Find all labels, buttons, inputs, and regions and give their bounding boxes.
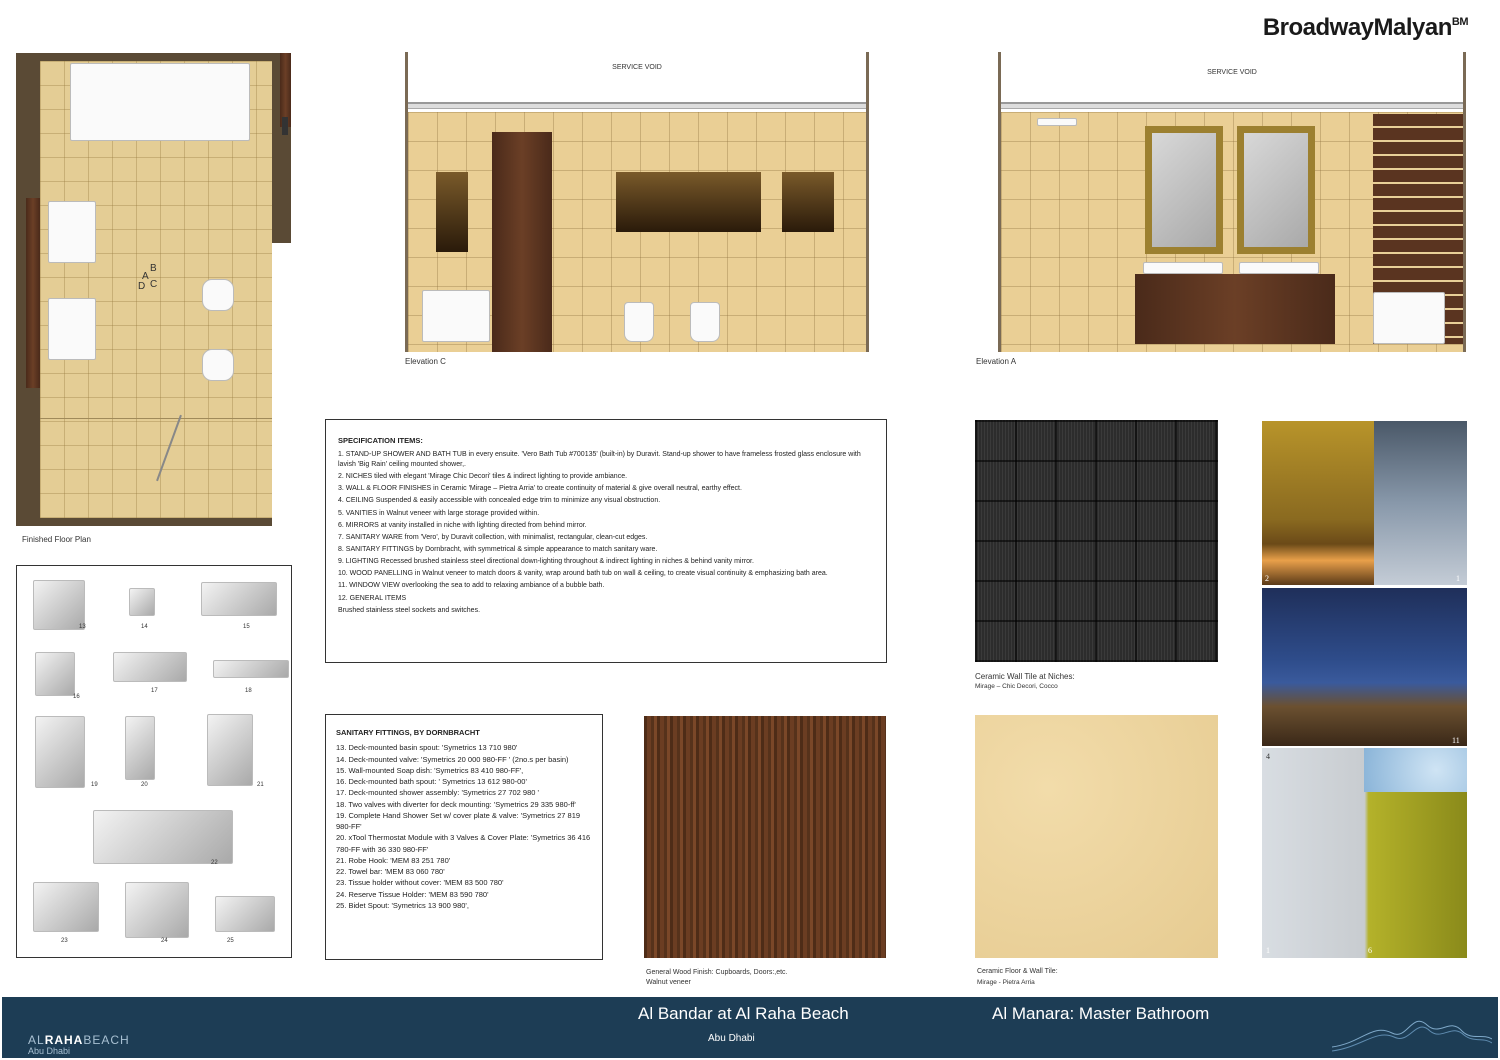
fittings-gallery: 13 14 15 16 17 18 19 20 21 22 23 24 25 xyxy=(16,565,292,958)
sanitary-item: 13. Deck-mounted basin spout: 'Symetrics… xyxy=(336,743,518,753)
brand-logo: BroadwayMalyanBM xyxy=(1262,14,1469,41)
toilet-plan xyxy=(202,279,234,311)
bathtub-plan xyxy=(70,63,250,141)
spec-item: 6. MIRRORS at vanity installed in niche … xyxy=(338,521,587,529)
bidet-spout-image xyxy=(215,896,275,932)
mood-photo-mosaic-candles xyxy=(1262,421,1374,585)
floor-tile-caption-1: Ceramic Floor & Wall Tile: xyxy=(977,968,1058,975)
specification-items: SPECIFICATION ITEMS: 1. STAND-UP SHOWER … xyxy=(325,419,887,663)
sanitary-item: 24. Reserve Tissue Holder: 'MEM 83 590 7… xyxy=(336,889,489,899)
sanitary-item: 14. Deck-mounted valve: 'Symetrics 20 00… xyxy=(336,754,569,764)
sanitary-item: 18. Two valves with diverter for deck mo… xyxy=(336,799,576,809)
sanitary-item: 19. Complete Hand Shower Set w/ cover pl… xyxy=(336,810,581,831)
wood-swatch xyxy=(644,716,886,958)
sanitary-item: 15. Wall-mounted Soap dish: 'Symetrics 8… xyxy=(336,765,524,775)
spec-item: 4. CEILING Suspended & easily accessible… xyxy=(338,497,661,505)
wood-caption-2: Walnut veneer xyxy=(646,979,691,986)
sanitary-item: 16. Deck-mounted bath spout: ' Symetrics… xyxy=(336,777,527,786)
bathtub-a xyxy=(1373,292,1445,344)
wood-caption-1: General Wood Finish: Cupboards, Doors:,e… xyxy=(646,969,788,976)
elevation-a: SERVICE VOID xyxy=(998,52,1466,352)
project-location: Abu Dhabi xyxy=(708,1033,755,1044)
valve-image xyxy=(129,588,155,616)
hand-shower-image xyxy=(35,716,85,788)
floor-tile-caption-2: Mirage - Pietra Arria xyxy=(977,979,1035,986)
door-c xyxy=(492,132,552,352)
bidet-c xyxy=(690,302,720,342)
sanitary-item: 25. Bidet Spout: 'Symetrics 13 900 980', xyxy=(336,900,469,910)
spec-item: 9. LIGHTING Recessed brushed stainless s… xyxy=(338,558,754,566)
sanitary-item: 21. Robe Hook: 'MEM 83 251 780' xyxy=(336,855,451,865)
robe-hook-image xyxy=(207,714,253,786)
al-raha-beach-logo: ALRAHABEACH xyxy=(28,1033,130,1047)
vanity-a xyxy=(1135,274,1335,344)
sanitary-item: 23. Tissue holder without cover: 'MEM 83… xyxy=(336,878,504,888)
mood-photo-rain-shower xyxy=(1374,421,1467,585)
shower-assembly-image xyxy=(113,652,187,682)
mood-photo-sea-view-bath xyxy=(1262,588,1467,746)
basin-plan-1 xyxy=(48,201,96,263)
soap-dish-image xyxy=(201,582,277,616)
spec-item: 12. GENERAL ITEMS xyxy=(338,594,407,602)
spec-item: 5. VANITIES in Walnut veneer with large … xyxy=(338,509,540,517)
sanitary-item: 22. Towel bar: 'MEM 83 060 780' xyxy=(336,867,445,876)
thermostat-image xyxy=(125,716,155,780)
basin-plan-2 xyxy=(48,298,96,360)
spec-item: 2. NICHES tiled with elegant 'Mirage Chi… xyxy=(338,473,628,481)
basin-spout-image xyxy=(33,580,85,630)
mirror-2 xyxy=(1237,126,1315,254)
wall-tile-caption-1: Ceramic Wall Tile at Niches: xyxy=(975,672,1075,681)
sanitary-fittings: SANITARY FITTINGS, BY DORNBRACHT 13. Dec… xyxy=(325,714,603,960)
spec-item: 1. STAND-UP SHOWER AND BATH TUB in every… xyxy=(338,450,861,469)
spec-item: 10. WOOD PANELLING in Walnut veneer to m… xyxy=(338,570,828,578)
room-title: Al Manara: Master Bathroom xyxy=(992,1004,1210,1023)
wall-tile-swatch xyxy=(975,420,1218,662)
sanitary-item: 17. Deck-mounted shower assembly: 'Symet… xyxy=(336,788,539,798)
bidet-plan xyxy=(202,349,234,381)
project-title: Al Bandar at Al Raha Beach xyxy=(638,1004,849,1023)
wave-graphic xyxy=(1332,1020,1492,1052)
logo-subtitle: Abu Dhabi xyxy=(28,1046,71,1056)
service-void-label: SERVICE VOID xyxy=(612,64,662,71)
wall-tile-caption-2: Mirage – Chic Decori, Cocco xyxy=(975,683,1058,690)
towel-bar-image xyxy=(93,810,233,864)
mood-photo-water-drops xyxy=(1364,748,1467,792)
toilet-c xyxy=(624,302,654,342)
spec-item: Brushed stainless steel sockets and swit… xyxy=(338,606,481,614)
niche-c-2 xyxy=(616,172,761,232)
service-void-label: SERVICE VOID xyxy=(1207,69,1257,76)
elevation-c-caption: Elevation C xyxy=(405,357,446,366)
spec-item: 3. WALL & FLOOR FINISHES in Ceramic 'Mir… xyxy=(338,485,742,493)
bathtub-c xyxy=(422,290,490,342)
bath-spout-image xyxy=(35,652,75,696)
sanitary-item: 20. xTool Thermostat Module with 3 Valve… xyxy=(336,833,591,854)
tissue-holder-image xyxy=(33,882,99,932)
floor-plan: A B C D xyxy=(16,53,291,526)
floor-tile-swatch xyxy=(975,715,1218,958)
elevation-c: SERVICE VOID xyxy=(405,52,869,352)
title-block-footer: ALRAHABEACH Abu Dhabi Al Bandar at Al Ra… xyxy=(2,997,1498,1058)
mirror-1 xyxy=(1145,126,1223,254)
elevation-a-caption: Elevation A xyxy=(976,357,1017,366)
spec-heading: SPECIFICATION ITEMS: xyxy=(338,436,423,445)
elevation-markers: A B C D xyxy=(138,263,158,292)
reserve-tissue-image xyxy=(125,882,189,938)
spec-item: 11. WINDOW VIEW overlooking the sea to a… xyxy=(338,582,605,590)
spec-item: 8. SANITARY FITTINGS by Dornbracht, with… xyxy=(338,546,658,553)
niche-c-3 xyxy=(782,172,834,232)
two-valves-image xyxy=(213,660,289,678)
spec-item: 7. SANITARY WARE from 'Vero', by Duravit… xyxy=(338,533,648,541)
sanitary-heading: SANITARY FITTINGS, BY DORNBRACHT xyxy=(336,728,480,737)
floor-plan-caption: Finished Floor Plan xyxy=(22,535,91,544)
niche-c-1 xyxy=(436,172,468,252)
